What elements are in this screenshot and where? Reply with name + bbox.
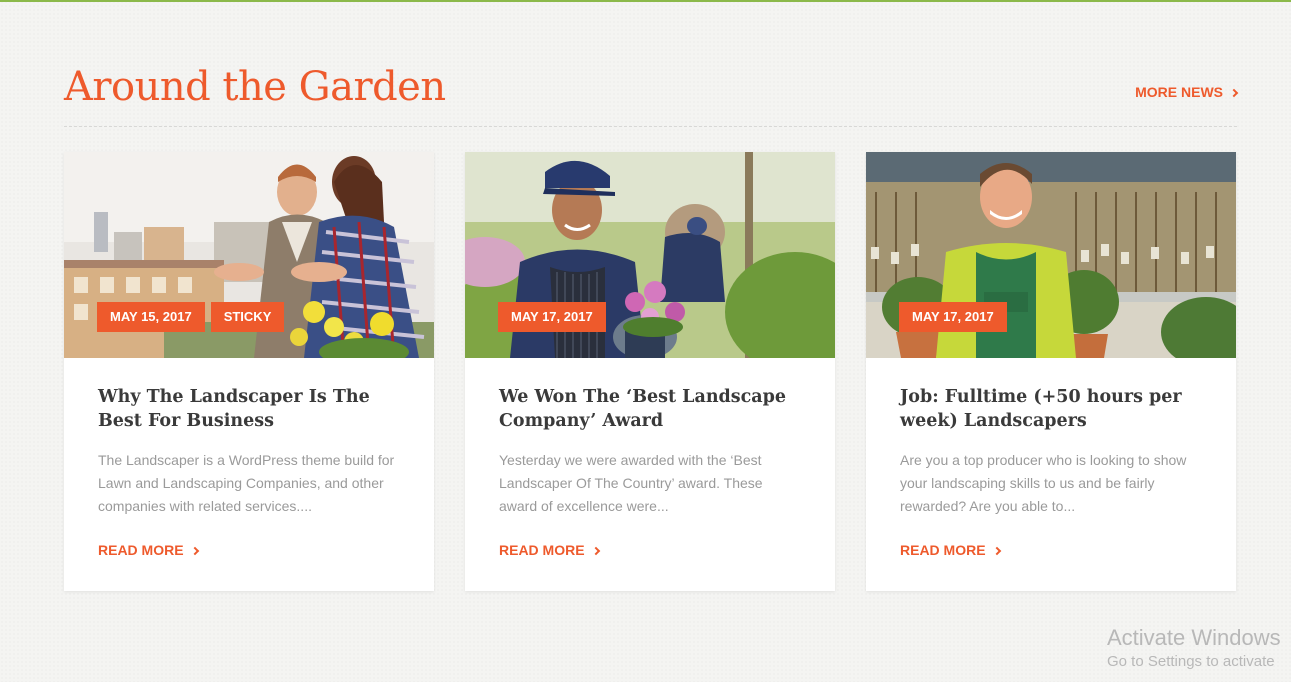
- card-title[interactable]: Job: Fulltime (+50 hours per week) Lands…: [900, 385, 1205, 433]
- date-badge[interactable]: MAY 17, 2017: [498, 302, 606, 332]
- card-image[interactable]: MAY 15, 2017 STICKY: [64, 152, 434, 358]
- read-more-label: READ MORE: [499, 542, 585, 558]
- news-card-1[interactable]: MAY 15, 2017 STICKY Why The Landscaper I…: [64, 152, 434, 591]
- news-card-3[interactable]: MAY 17, 2017 Job: Fulltime (+50 hours pe…: [866, 152, 1236, 591]
- read-more-label: READ MORE: [900, 542, 986, 558]
- read-more-link[interactable]: READ MORE: [98, 542, 199, 558]
- read-more-link[interactable]: READ MORE: [900, 542, 1001, 558]
- card-image[interactable]: MAY 17, 2017: [465, 152, 835, 358]
- top-accent-bar: [0, 0, 1291, 2]
- read-more-label: READ MORE: [98, 542, 184, 558]
- card-title[interactable]: We Won The ‘Best Landscape Company’ Awar…: [499, 385, 804, 433]
- more-news-label: MORE NEWS: [1135, 84, 1223, 100]
- card-image[interactable]: MAY 17, 2017: [866, 152, 1236, 358]
- chevron-right-icon: [190, 546, 199, 555]
- read-more-link[interactable]: READ MORE: [499, 542, 600, 558]
- more-news-link[interactable]: MORE NEWS: [1135, 84, 1239, 100]
- card-excerpt: The Landscaper is a WordPress theme buil…: [98, 452, 395, 514]
- card-title[interactable]: Why The Landscaper Is The Best For Busin…: [98, 385, 403, 433]
- card-excerpt: Are you a top producer who is looking to…: [900, 452, 1187, 514]
- date-badge[interactable]: MAY 15, 2017: [97, 302, 205, 332]
- activate-windows-watermark: Activate Windows Go to Settings to activ…: [1107, 624, 1281, 672]
- card-excerpt: Yesterday we were awarded with the ‘Best…: [499, 452, 763, 514]
- card-badges: MAY 17, 2017: [498, 302, 606, 332]
- section-divider: [64, 126, 1237, 127]
- card-badges: MAY 17, 2017: [899, 302, 1007, 332]
- card-badges: MAY 15, 2017 STICKY: [97, 302, 285, 332]
- chevron-right-icon: [992, 546, 1001, 555]
- news-card-2[interactable]: MAY 17, 2017 We Won The ‘Best Landscape …: [465, 152, 835, 591]
- watermark-subtitle: Go to Settings to activate: [1107, 653, 1275, 670]
- chevron-right-icon: [1229, 88, 1239, 97]
- sticky-badge[interactable]: STICKY: [210, 302, 285, 332]
- watermark-title: Activate Windows: [1107, 625, 1281, 650]
- chevron-right-icon: [591, 546, 600, 555]
- section-title: Around the Garden: [64, 64, 446, 110]
- date-badge[interactable]: MAY 17, 2017: [899, 302, 1007, 332]
